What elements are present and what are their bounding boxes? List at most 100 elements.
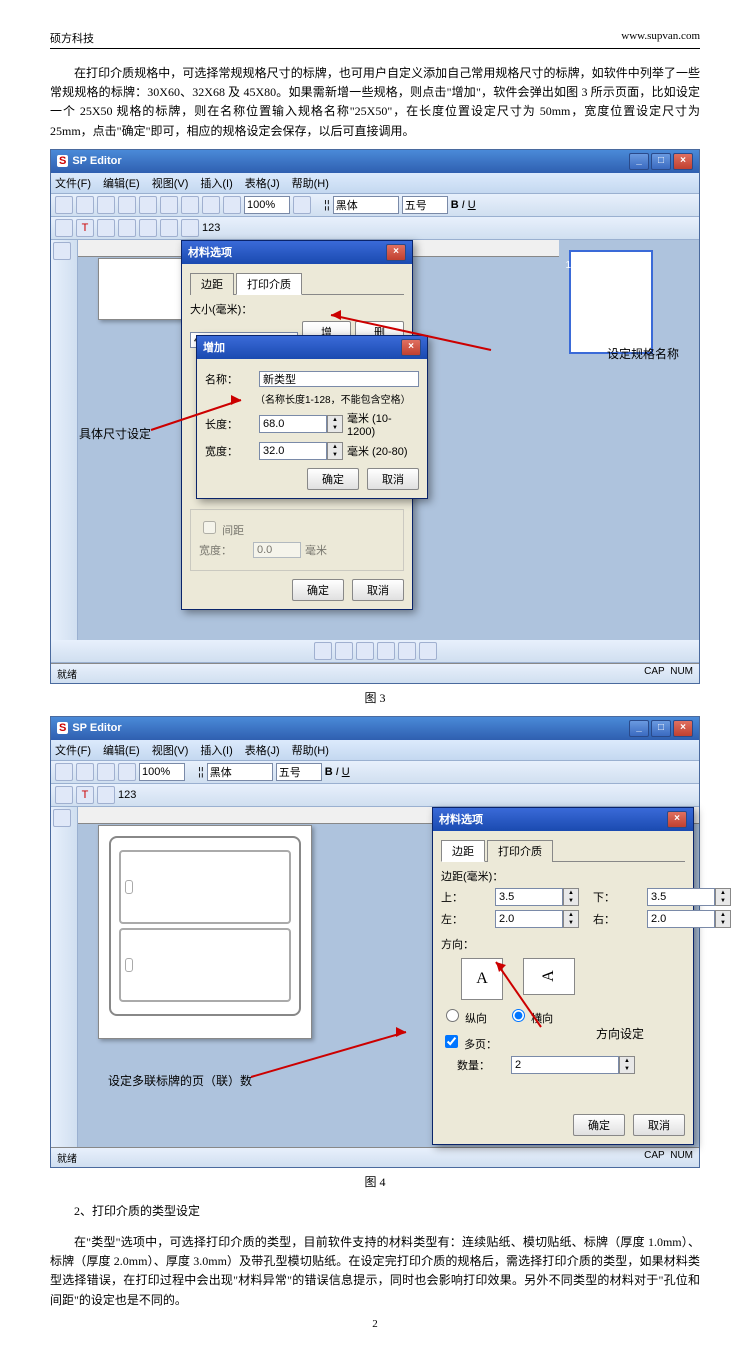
open-icon[interactable] xyxy=(76,196,94,214)
new-icon[interactable] xyxy=(55,196,73,214)
pointer-icon-4[interactable] xyxy=(55,786,73,804)
redo-icon[interactable] xyxy=(223,196,241,214)
text-icon-4[interactable]: T xyxy=(76,786,94,804)
minimize-button-4[interactable]: _ xyxy=(629,720,649,737)
paste-icon[interactable] xyxy=(181,196,199,214)
underline-button[interactable]: U xyxy=(468,199,476,211)
margin-bottom-input[interactable] xyxy=(647,888,715,906)
menu-edit-4[interactable]: 编辑(E) xyxy=(103,742,140,758)
minimize-button[interactable]: _ xyxy=(629,153,649,170)
menu-table-4[interactable]: 表格(J) xyxy=(245,742,280,758)
tab-margin-4[interactable]: 边距 xyxy=(441,840,485,862)
cancel-button-4[interactable]: 取消 xyxy=(633,1114,685,1136)
cut-icon[interactable] xyxy=(139,196,157,214)
width-up[interactable]: ▲ xyxy=(328,443,342,451)
qty-up[interactable]: ▲ xyxy=(620,1057,634,1065)
multipage-checkbox[interactable] xyxy=(445,1035,458,1048)
italic-button-4[interactable]: I xyxy=(336,766,339,778)
side-tool-1[interactable] xyxy=(53,242,71,260)
menu-edit[interactable]: 编辑(E) xyxy=(103,175,140,191)
align-icon-1[interactable] xyxy=(314,642,332,660)
print-icon-4[interactable] xyxy=(118,763,136,781)
preview-thumbnail[interactable] xyxy=(569,250,653,354)
close-button-4[interactable]: × xyxy=(673,720,693,737)
zoom-input[interactable] xyxy=(244,196,290,214)
copy-icon[interactable] xyxy=(160,196,178,214)
qty-down[interactable]: ▼ xyxy=(620,1065,634,1073)
add-ok-button[interactable]: 确定 xyxy=(307,468,359,490)
menubar-4: 文件(F) 编辑(E) 视图(V) 插入(I) 表格(J) 帮助(H) xyxy=(51,740,699,761)
align-icon-4[interactable] xyxy=(377,642,395,660)
add-dialog-close-button[interactable]: × xyxy=(401,339,421,356)
italic-button[interactable]: I xyxy=(462,199,465,211)
pointer-icon[interactable] xyxy=(55,219,73,237)
length-input[interactable] xyxy=(259,415,327,433)
tab-media[interactable]: 打印介质 xyxy=(236,273,302,295)
portrait-radio[interactable] xyxy=(446,1009,459,1022)
maximize-button-4[interactable]: □ xyxy=(651,720,671,737)
menu-view[interactable]: 视图(V) xyxy=(152,175,189,191)
margin-left-input[interactable] xyxy=(495,910,563,928)
menu-insert-4[interactable]: 插入(I) xyxy=(200,742,232,758)
tab-margin[interactable]: 边距 xyxy=(190,273,234,295)
width-input[interactable] xyxy=(259,442,327,460)
gap-width-input[interactable] xyxy=(253,542,301,558)
ok-button[interactable]: 确定 xyxy=(292,579,344,601)
rect-icon[interactable] xyxy=(97,219,115,237)
workspace-4: 设定多联标牌的页（联）数 材料选项 × 边距 打印介质 边距(毫米)： 上：▲▼… xyxy=(51,807,699,1147)
text-icon[interactable]: T xyxy=(76,219,94,237)
margin-top-input[interactable] xyxy=(495,888,563,906)
align-icon-3[interactable] xyxy=(356,642,374,660)
gap-checkbox[interactable] xyxy=(203,521,216,534)
new-icon-4[interactable] xyxy=(55,763,73,781)
fontsize-select-4[interactable] xyxy=(276,763,322,781)
save-icon[interactable] xyxy=(97,196,115,214)
align-icon-2[interactable] xyxy=(335,642,353,660)
font-select[interactable] xyxy=(333,196,399,214)
landscape-icon[interactable]: A xyxy=(523,958,575,995)
portrait-icon[interactable]: A xyxy=(461,958,503,1000)
barcode-icon[interactable] xyxy=(160,219,178,237)
add-cancel-button[interactable]: 取消 xyxy=(367,468,419,490)
align-icon-5[interactable] xyxy=(398,642,416,660)
close-button[interactable]: × xyxy=(673,153,693,170)
undo-icon[interactable] xyxy=(202,196,220,214)
image-icon[interactable] xyxy=(181,219,199,237)
align-icon-6[interactable] xyxy=(419,642,437,660)
menu-help[interactable]: 帮助(H) xyxy=(292,175,329,191)
bold-button[interactable]: B xyxy=(451,199,459,211)
menu-file-4[interactable]: 文件(F) xyxy=(55,742,91,758)
fontsize-select[interactable] xyxy=(402,196,448,214)
landscape-radio[interactable] xyxy=(512,1009,525,1022)
ok-button-4[interactable]: 确定 xyxy=(573,1114,625,1136)
print-icon[interactable] xyxy=(118,196,136,214)
tab-media-4[interactable]: 打印介质 xyxy=(487,840,553,862)
dialog-close-button[interactable]: × xyxy=(386,244,406,261)
name-input[interactable] xyxy=(259,371,419,387)
length-up[interactable]: ▲ xyxy=(328,416,342,424)
zoom-input-4[interactable] xyxy=(139,763,185,781)
help-icon[interactable] xyxy=(293,196,311,214)
menu-file[interactable]: 文件(F) xyxy=(55,175,91,191)
menu-insert[interactable]: 插入(I) xyxy=(200,175,232,191)
maximize-button[interactable]: □ xyxy=(651,153,671,170)
line-icon[interactable] xyxy=(139,219,157,237)
canvas-4[interactable] xyxy=(98,825,312,1039)
side-tool-4[interactable] xyxy=(53,809,71,827)
cancel-button[interactable]: 取消 xyxy=(352,579,404,601)
menu-view-4[interactable]: 视图(V) xyxy=(152,742,189,758)
save-icon-4[interactable] xyxy=(97,763,115,781)
dialog-close-button-4[interactable]: × xyxy=(667,811,687,828)
menu-table[interactable]: 表格(J) xyxy=(245,175,280,191)
margin-right-input[interactable] xyxy=(647,910,715,928)
bold-button-4[interactable]: B xyxy=(325,766,333,778)
menu-help-4[interactable]: 帮助(H) xyxy=(292,742,329,758)
font-select-4[interactable] xyxy=(207,763,273,781)
rect-icon-4[interactable] xyxy=(97,786,115,804)
ellipse-icon[interactable] xyxy=(118,219,136,237)
open-icon-4[interactable] xyxy=(76,763,94,781)
quantity-input[interactable] xyxy=(511,1056,619,1074)
underline-button-4[interactable]: U xyxy=(342,766,350,778)
width-down[interactable]: ▼ xyxy=(328,451,342,459)
length-down[interactable]: ▼ xyxy=(328,424,342,432)
